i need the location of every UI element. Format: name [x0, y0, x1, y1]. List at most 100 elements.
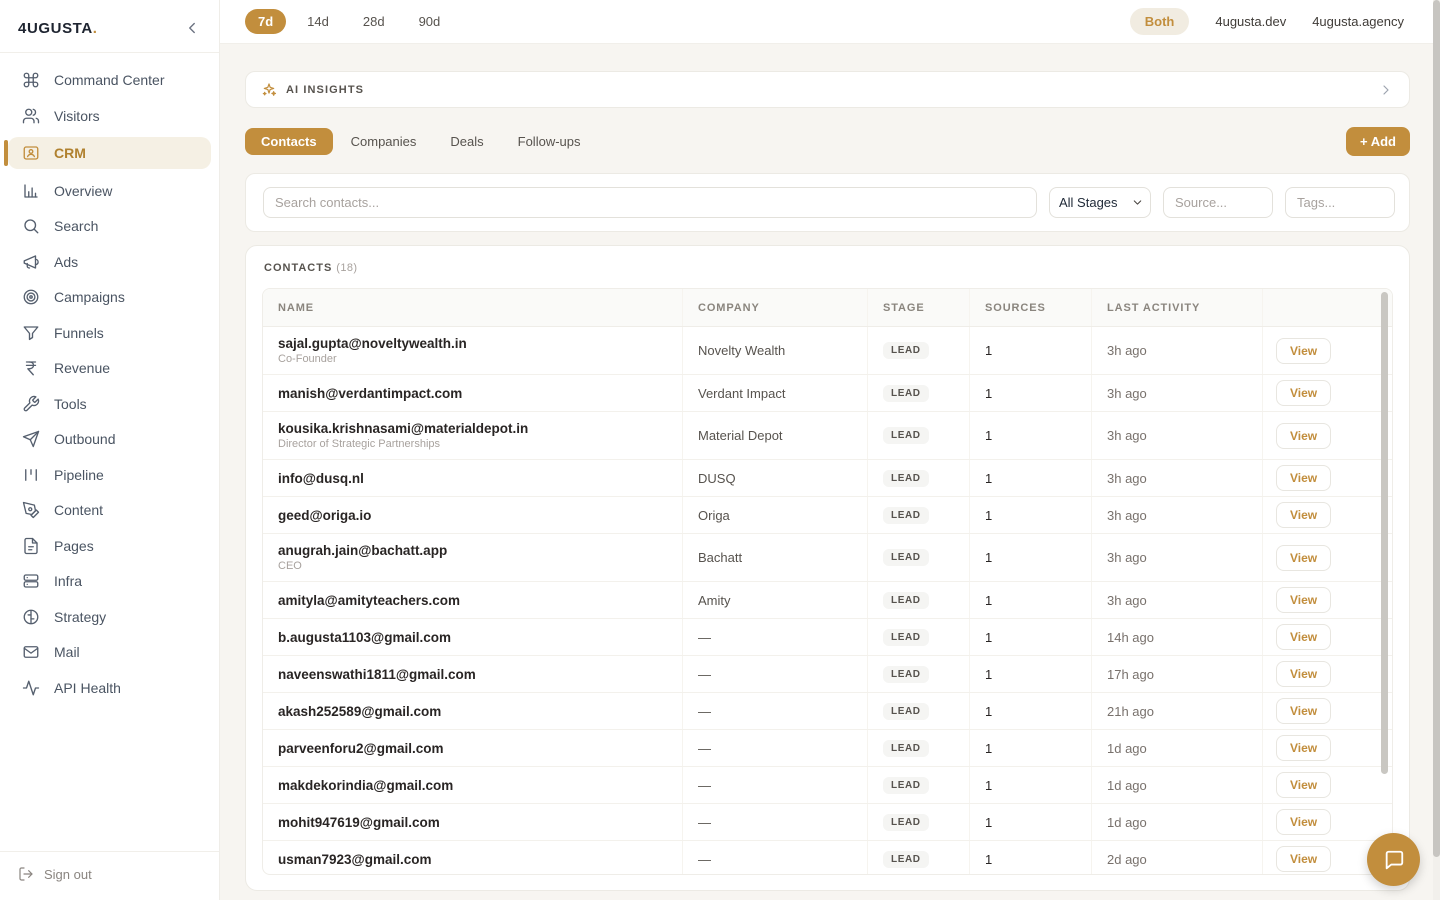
sidebar-item-overview[interactable]: Overview	[8, 177, 211, 205]
range-pill-14d[interactable]: 14d	[294, 9, 342, 34]
logout-icon	[18, 866, 34, 882]
stage-badge: LEAD	[883, 592, 929, 609]
contact-email: kousika.krishnasami@materialdepot.in	[278, 421, 682, 436]
tags-filter-input[interactable]	[1285, 187, 1395, 218]
view-button[interactable]: View	[1276, 502, 1331, 528]
contact-email: naveenswathi1811@gmail.com	[278, 667, 682, 682]
tab-follow-ups[interactable]: Follow-ups	[502, 128, 597, 155]
tab-companies[interactable]: Companies	[335, 128, 433, 155]
pipeline-icon	[22, 466, 40, 484]
contact-company: Origa	[698, 508, 867, 523]
stage-filter-select[interactable]: All Stages	[1049, 187, 1151, 218]
contacts-title: CONTACTS(18)	[264, 262, 1393, 274]
stage-badge: LEAD	[883, 549, 929, 566]
page-scrollbar[interactable]	[1433, 0, 1440, 900]
view-button[interactable]: View	[1276, 846, 1331, 872]
sidebar-item-content[interactable]: Content	[8, 496, 211, 524]
range-pill-7d[interactable]: 7d	[245, 9, 286, 34]
table-scrollbar[interactable]	[1381, 292, 1388, 774]
range-pill-28d[interactable]: 28d	[350, 9, 398, 34]
chat-bubble-icon	[1383, 849, 1405, 871]
stage-badge: LEAD	[883, 777, 929, 794]
domain-pill-both[interactable]: Both	[1130, 8, 1190, 35]
add-button[interactable]: + Add	[1346, 127, 1410, 156]
stage-badge: LEAD	[883, 507, 929, 524]
contact-last-activity: 3h ago	[1107, 471, 1262, 486]
activity-icon	[22, 679, 40, 697]
contacts-count: (18)	[336, 262, 357, 274]
chat-fab-button[interactable]	[1367, 833, 1420, 886]
view-button[interactable]: View	[1276, 338, 1331, 364]
sidebar-item-command-center[interactable]: Command Center	[8, 66, 211, 94]
table-row: info@dusq.nl DUSQ LEAD 1 3h ago View	[263, 460, 1392, 497]
domain-pill-4ugusta-dev[interactable]: 4ugusta.dev	[1215, 14, 1286, 29]
view-button[interactable]: View	[1276, 423, 1331, 449]
view-button[interactable]: View	[1276, 809, 1331, 835]
sidebar-item-crm[interactable]: CRM	[8, 137, 211, 169]
sidebar-item-label: Infra	[54, 573, 82, 589]
view-button[interactable]: View	[1276, 735, 1331, 761]
sidebar-item-visitors[interactable]: Visitors	[8, 102, 211, 130]
view-button[interactable]: View	[1276, 380, 1331, 406]
table-row: mohit947619@gmail.com — LEAD 1 1d ago Vi…	[263, 804, 1392, 841]
view-button[interactable]: View	[1276, 624, 1331, 650]
view-button[interactable]: View	[1276, 465, 1331, 491]
mail-icon	[22, 643, 40, 661]
column-header-name: NAME	[263, 289, 682, 326]
contact-sources: 1	[985, 428, 1091, 443]
funnel-icon	[22, 324, 40, 342]
contact-last-activity: 14h ago	[1107, 630, 1262, 645]
sidebar-item-ads[interactable]: Ads	[8, 248, 211, 276]
sidebar-item-label: Pipeline	[54, 467, 104, 483]
contacts-table: NAME COMPANY STAGE SOURCES LAST ACTIVITY…	[262, 288, 1393, 875]
table-row: naveenswathi1811@gmail.com — LEAD 1 17h …	[263, 656, 1392, 693]
contact-company: Novelty Wealth	[698, 343, 867, 358]
sidebar-item-search[interactable]: Search	[8, 212, 211, 240]
contact-role: CEO	[278, 560, 682, 572]
table-row: amityla@amityteachers.com Amity LEAD 1 3…	[263, 582, 1392, 619]
contact-company: —	[698, 704, 867, 719]
contact-email: parveenforu2@gmail.com	[278, 741, 682, 756]
ai-insights-bar[interactable]: AI INSIGHTS	[245, 71, 1410, 108]
sidebar-item-revenue[interactable]: Revenue	[8, 354, 211, 382]
range-pill-90d[interactable]: 90d	[406, 9, 454, 34]
contact-sources: 1	[985, 630, 1091, 645]
tab-contacts[interactable]: Contacts	[245, 128, 333, 155]
contact-company: —	[698, 667, 867, 682]
sidebar-item-label: CRM	[54, 145, 86, 161]
source-filter-input[interactable]	[1163, 187, 1273, 218]
ai-insights-label: AI INSIGHTS	[286, 84, 364, 96]
sidebar-item-outbound[interactable]: Outbound	[8, 425, 211, 453]
sidebar-item-label: Strategy	[54, 609, 106, 625]
search-contacts-input[interactable]	[263, 187, 1037, 218]
view-button[interactable]: View	[1276, 772, 1331, 798]
sidebar-nav: Command Center Visitors CRM Overview Sea…	[0, 53, 219, 709]
sidebar-item-tools[interactable]: Tools	[8, 390, 211, 418]
sidebar-item-strategy[interactable]: Strategy	[8, 603, 211, 631]
sidebar-item-pipeline[interactable]: Pipeline	[8, 461, 211, 489]
view-button[interactable]: View	[1276, 698, 1331, 724]
contact-sources: 1	[985, 852, 1091, 867]
contact-last-activity: 3h ago	[1107, 343, 1262, 358]
contact-email: anugrah.jain@bachatt.app	[278, 543, 682, 558]
contact-sources: 1	[985, 508, 1091, 523]
contact-email: usman7923@gmail.com	[278, 852, 682, 867]
sidebar-item-mail[interactable]: Mail	[8, 638, 211, 666]
topbar: 7d 14d 28d 90d Both 4ugusta.dev 4ugusta.…	[220, 0, 1440, 44]
contact-last-activity: 2d ago	[1107, 852, 1262, 867]
sidebar-item-infra[interactable]: Infra	[8, 567, 211, 595]
view-button[interactable]: View	[1276, 661, 1331, 687]
sidebar-item-pages[interactable]: Pages	[8, 532, 211, 560]
sign-out-button[interactable]: Sign out	[0, 851, 219, 900]
tab-deals[interactable]: Deals	[434, 128, 499, 155]
chevron-right-icon[interactable]	[1378, 82, 1394, 98]
view-button[interactable]: View	[1276, 545, 1331, 571]
view-button[interactable]: View	[1276, 587, 1331, 613]
sidebar-item-campaigns[interactable]: Campaigns	[8, 283, 211, 311]
contact-email: manish@verdantimpact.com	[278, 386, 682, 401]
contact-role: Co-Founder	[278, 353, 682, 365]
sidebar-item-api-health[interactable]: API Health	[8, 674, 211, 702]
sidebar-item-funnels[interactable]: Funnels	[8, 319, 211, 347]
domain-pill-4ugusta-agency[interactable]: 4ugusta.agency	[1312, 14, 1404, 29]
sidebar-collapse-icon[interactable]	[183, 19, 201, 37]
